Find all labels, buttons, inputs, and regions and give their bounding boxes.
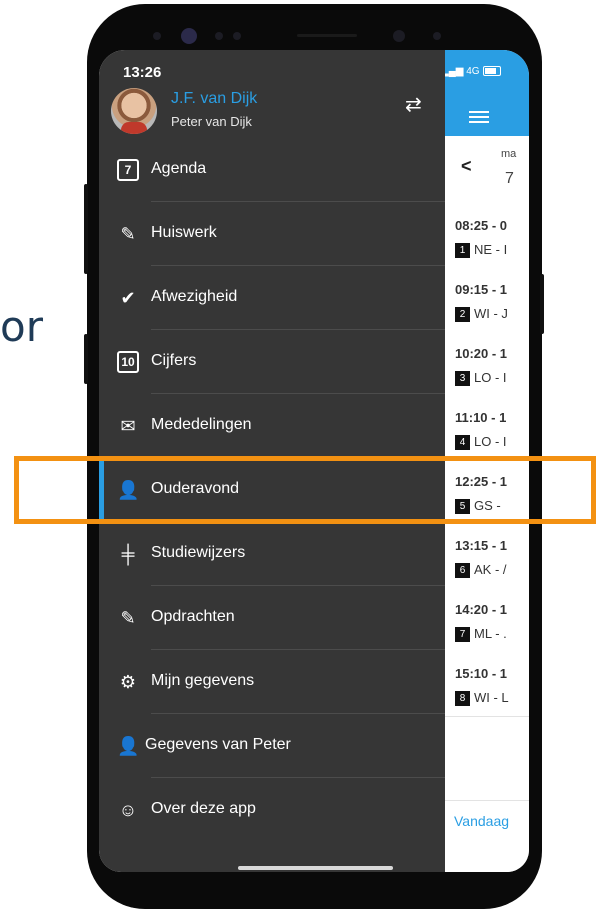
- lesson-row[interactable]: 10:20 - 1 3 LO - I: [445, 332, 529, 397]
- menu-item-label: Gegevens van Peter: [145, 736, 291, 753]
- lesson-number-badge: 3: [455, 371, 470, 387]
- lesson-subject-text: NE - I: [474, 242, 508, 257]
- check-circle-icon: ✔: [120, 288, 136, 308]
- menu-item-agenda[interactable]: 7 Agenda: [99, 138, 445, 202]
- envelope-icon: ✉: [120, 416, 136, 436]
- lesson-time: 13:15 - 1: [455, 538, 508, 553]
- menu-item-label: Mijn gegevens: [151, 672, 255, 689]
- edit-icon: ✎: [120, 608, 136, 628]
- lesson-time: 11:10 - 1: [455, 410, 507, 425]
- speaker-grille: [297, 34, 357, 37]
- lesson-number-badge: 8: [455, 691, 470, 707]
- lesson-subject-text: LO - I: [474, 434, 507, 449]
- lesson-row[interactable]: 13:15 - 1 6 AK - /: [445, 524, 529, 589]
- lesson-subject: 8 WI - L: [455, 690, 509, 707]
- lesson-subject: 1 NE - I: [455, 242, 508, 259]
- status-indicators: ▂▄▆ 4G: [441, 66, 501, 77]
- menu-item-gegevens-van-peter[interactable]: 👤 Gegevens van Peter: [99, 714, 445, 778]
- lesson-row[interactable]: 11:10 - 1 4 LO - I: [445, 396, 529, 461]
- menu-item-label: Over deze app: [151, 800, 256, 817]
- lesson-subject-text: ML - .: [474, 626, 507, 641]
- status-time: 13:26: [123, 64, 162, 81]
- lesson-number-badge: 1: [455, 243, 470, 259]
- lesson-subject: 6 AK - /: [455, 562, 507, 579]
- lesson-subject: 3 LO - I: [455, 370, 507, 387]
- hamburger-menu-icon[interactable]: [469, 108, 489, 126]
- highlight-box: [14, 456, 596, 524]
- signpost-icon: ╪: [121, 544, 135, 564]
- gear-icon: ⚙: [119, 672, 137, 692]
- app-header: [445, 50, 529, 136]
- lesson-time: 10:20 - 1: [455, 346, 508, 361]
- grade-icon: 10: [117, 351, 139, 373]
- user-icon: 👤: [117, 736, 140, 756]
- lesson-row[interactable]: 14:20 - 1 7 ML - .: [445, 588, 529, 653]
- sensor-icon: [233, 32, 241, 40]
- calendar-icon: 7: [117, 159, 139, 181]
- info-circle-icon: ☺: [118, 800, 138, 820]
- camera-icon: [181, 28, 197, 44]
- lesson-time: 08:25 - 0: [455, 218, 508, 233]
- chevron-left-icon[interactable]: <: [461, 156, 472, 177]
- menu-item-over-deze-app[interactable]: ☺ Over deze app: [99, 778, 445, 842]
- menu-item-mededelingen[interactable]: ✉ Mededelingen: [99, 394, 445, 458]
- menu-item-opdrachten[interactable]: ✎ Opdrachten: [99, 586, 445, 650]
- profile-subname: Peter van Dijk: [171, 114, 252, 129]
- menu-item-mijn-gegevens[interactable]: ⚙ Mijn gegevens: [99, 650, 445, 714]
- menu-item-label: Mededelingen: [151, 416, 252, 433]
- sensor-icon: [153, 32, 161, 40]
- avatar: [111, 88, 157, 134]
- background-text: or: [0, 302, 43, 351]
- lesson-time: 14:20 - 1: [455, 602, 508, 617]
- bottom-area: [445, 844, 529, 872]
- lesson-row[interactable]: 15:10 - 1 8 WI - L: [445, 652, 529, 717]
- day-name: ma: [501, 148, 517, 160]
- lesson-time: 09:15 - 1: [455, 282, 508, 297]
- lesson-subject-text: AK - /: [474, 562, 507, 577]
- lesson-number-badge: 7: [455, 627, 470, 643]
- side-button: [84, 334, 88, 384]
- lesson-time: 15:10 - 1: [455, 666, 508, 681]
- menu-item-label: Huiswerk: [151, 224, 217, 241]
- switch-account-icon[interactable]: ⇄: [405, 92, 422, 117]
- menu-item-label: Studiewijzers: [151, 544, 246, 561]
- front-camera-icon: [393, 30, 405, 42]
- today-button[interactable]: Vandaag: [454, 813, 509, 829]
- lesson-subject: 2 WI - J: [455, 306, 508, 323]
- lesson-number-badge: 4: [455, 435, 470, 451]
- edit-icon: ✎: [120, 224, 136, 244]
- home-indicator: [238, 866, 393, 870]
- profile-name[interactable]: J.F. van Dijk: [171, 90, 257, 108]
- menu-item-label: Agenda: [151, 160, 207, 177]
- menu-item-cijfers[interactable]: 10 Cijfers: [99, 330, 445, 394]
- battery-icon: [482, 66, 501, 77]
- menu-item-label: Opdrachten: [151, 608, 235, 625]
- lesson-subject-text: LO - I: [474, 370, 507, 385]
- lesson-number-badge: 6: [455, 563, 470, 579]
- menu-item-afwezigheid[interactable]: ✔ Afwezigheid: [99, 266, 445, 330]
- lesson-row[interactable]: 09:15 - 1 2 WI - J: [445, 268, 529, 333]
- lesson-number-badge: 2: [455, 307, 470, 323]
- sensor-icon: [215, 32, 223, 40]
- today-bar: Vandaag: [445, 800, 529, 845]
- day-selector: < ma 7: [445, 136, 529, 205]
- menu-item-label: Cijfers: [151, 352, 197, 369]
- sensor-icon: [433, 32, 441, 40]
- menu-item-studiewijzers[interactable]: ╪ Studiewijzers: [99, 522, 445, 586]
- day-number[interactable]: 7: [505, 170, 514, 188]
- menu-item-label: Afwezigheid: [151, 288, 238, 305]
- lesson-row[interactable]: 08:25 - 0 1 NE - I: [445, 204, 529, 269]
- lesson-subject: 7 ML - .: [455, 626, 507, 643]
- lesson-subject-text: WI - J: [474, 306, 508, 321]
- volume-button: [84, 184, 88, 274]
- lesson-subject: 4 LO - I: [455, 434, 507, 451]
- power-button: [540, 274, 544, 334]
- menu-item-huiswerk[interactable]: ✎ Huiswerk: [99, 202, 445, 266]
- lesson-subject-text: WI - L: [474, 690, 509, 705]
